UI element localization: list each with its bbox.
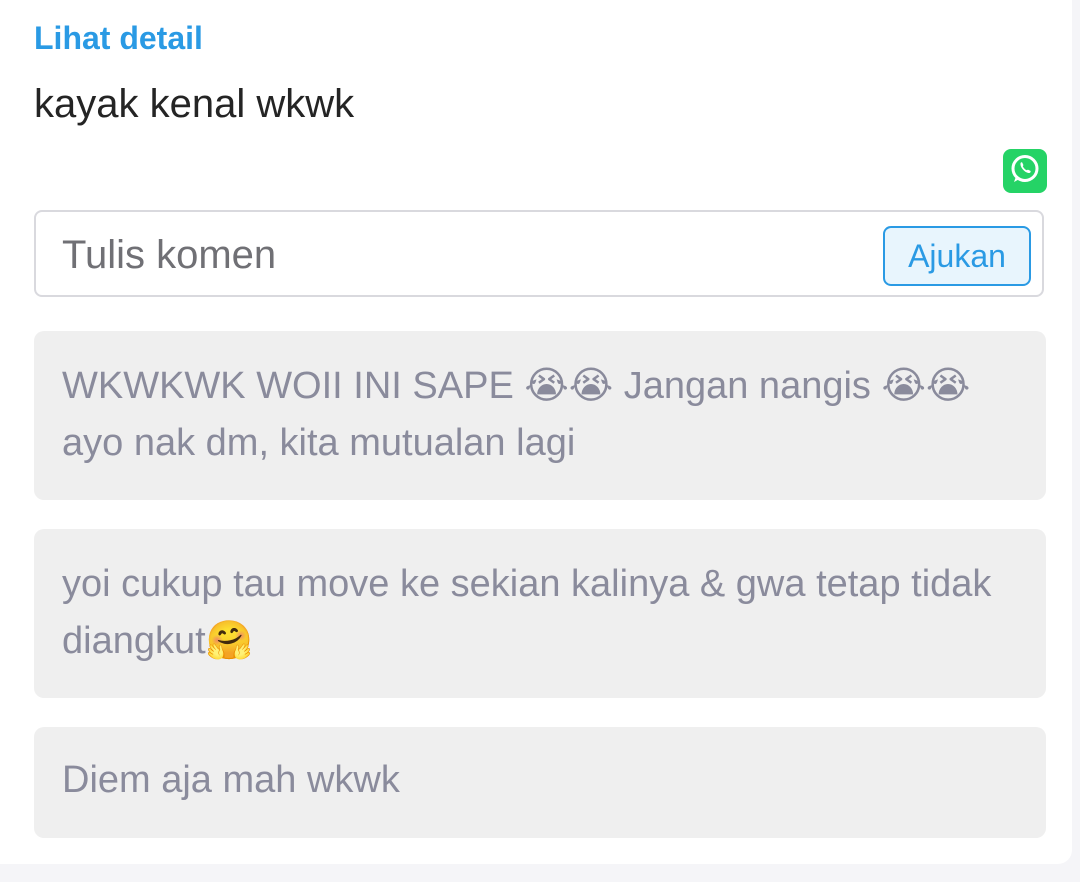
comment-form: Ajukan — [34, 210, 1044, 297]
post-card: Lihat detail kayak kenal wkwk Ajukan WKW… — [0, 0, 1072, 864]
comment-item: Diem aja mah wkwk — [34, 727, 1046, 838]
whatsapp-share-button[interactable] — [1003, 149, 1047, 193]
comment-item: yoi cukup tau move ke sekian kalinya & g… — [34, 529, 1046, 698]
comment-input[interactable] — [62, 228, 862, 282]
submit-comment-button[interactable]: Ajukan — [883, 226, 1031, 286]
comment-item: WKWKWK WOII INI SAPE 😭😭 Jangan nangis 😭😭… — [34, 331, 1046, 500]
post-text: kayak kenal wkwk — [34, 82, 355, 126]
view-detail-link[interactable]: Lihat detail — [34, 20, 203, 57]
whatsapp-icon — [1008, 152, 1042, 191]
